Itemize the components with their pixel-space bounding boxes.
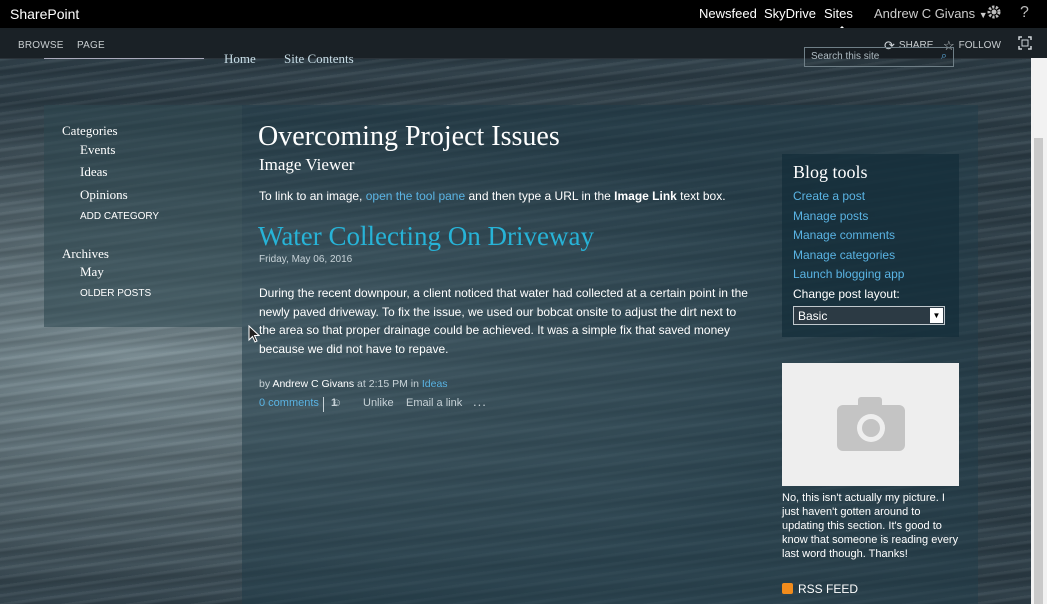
- page-scrollbar[interactable]: [1031, 58, 1047, 604]
- divider: [323, 397, 324, 412]
- post-body: During the recent downpour, a client not…: [259, 286, 748, 356]
- post-title[interactable]: Water Collecting On Driveway: [258, 221, 594, 252]
- create-post-link[interactable]: Create a post: [793, 189, 865, 203]
- instruction-prefix: To link to an image,: [259, 189, 366, 203]
- chevron-down-icon[interactable]: ▼: [930, 308, 943, 323]
- subnav-home[interactable]: Home: [224, 51, 256, 67]
- categories-heading[interactable]: Categories: [62, 123, 118, 139]
- email-link[interactable]: Email a link: [406, 397, 462, 409]
- user-name: Andrew C Givans: [874, 6, 976, 21]
- instruction-bold: Image Link: [614, 189, 677, 203]
- launch-blogging-app-link[interactable]: Launch blogging app: [793, 267, 904, 281]
- manage-posts-link[interactable]: Manage posts: [793, 209, 868, 223]
- archive-may[interactable]: May: [80, 264, 104, 280]
- rss-icon: [782, 583, 793, 594]
- post-layout-label: Change post layout:: [793, 287, 900, 301]
- search-placeholder: Search this site: [811, 51, 880, 62]
- image-viewer-instruction: To link to an image, open the tool pane …: [259, 189, 726, 203]
- post-date: Friday, May 06, 2016: [259, 254, 353, 265]
- nav-underline: [44, 58, 204, 59]
- instruction-suffix: text box.: [676, 189, 726, 203]
- archives-heading[interactable]: Archives: [62, 246, 109, 262]
- older-posts-link[interactable]: OLDER POSTS: [80, 288, 151, 299]
- search-input[interactable]: Search this site ⌕: [804, 47, 954, 67]
- tab-page[interactable]: PAGE: [77, 40, 105, 51]
- category-ideas[interactable]: Ideas: [80, 164, 107, 180]
- profile-image: [782, 363, 959, 486]
- help-icon[interactable]: ?: [1020, 4, 1029, 22]
- follow-label: FOLLOW: [958, 40, 1001, 51]
- rss-label: RSS FEED: [798, 582, 859, 596]
- post-author[interactable]: Andrew C Givans: [272, 378, 354, 390]
- nav-newsfeed[interactable]: Newsfeed: [699, 6, 757, 21]
- category-opinions[interactable]: Opinions: [80, 187, 128, 203]
- nav-skydrive[interactable]: SkyDrive: [764, 6, 816, 21]
- photo-caption: No, this isn't actually my picture. I ju…: [782, 492, 959, 560]
- instruction-middle: and then type a URL in the: [465, 189, 615, 203]
- like-count: ☺ 1: [331, 397, 342, 409]
- more-options-icon[interactable]: ...: [473, 394, 487, 409]
- manage-comments-link[interactable]: Manage comments: [793, 228, 895, 242]
- focus-icon[interactable]: [1018, 36, 1032, 53]
- blog-tools-title: Blog tools: [793, 162, 868, 182]
- search-icon[interactable]: ⌕: [941, 50, 947, 63]
- like-icon: ☺: [331, 397, 343, 409]
- tab-browse[interactable]: BROWSE: [18, 40, 64, 51]
- suite-bar: SharePoint Newsfeed SkyDrive Sites Andre…: [0, 0, 1047, 30]
- unlike-button[interactable]: Unlike: [363, 397, 394, 409]
- post-layout-select[interactable]: Basic ▼: [793, 306, 945, 325]
- subnav-site-contents[interactable]: Site Contents: [284, 51, 354, 67]
- rss-feed-link[interactable]: RSS FEED: [782, 582, 858, 596]
- page-title: Overcoming Project Issues: [258, 121, 560, 152]
- web-part-title: Image Viewer: [259, 155, 355, 174]
- category-events[interactable]: Events: [80, 142, 115, 158]
- post-byline: by Andrew C Givans at 2:15 PM in Ideas: [259, 378, 448, 390]
- scrollbar-thumb[interactable]: [1034, 138, 1043, 604]
- open-tool-pane-link[interactable]: open the tool pane: [366, 189, 465, 203]
- byline-by: by: [259, 378, 273, 390]
- sharepoint-brand[interactable]: SharePoint: [10, 6, 79, 22]
- nav-sites[interactable]: Sites: [824, 6, 853, 30]
- mouse-cursor-icon: [248, 325, 260, 343]
- add-category-link[interactable]: ADD CATEGORY: [80, 211, 159, 222]
- manage-categories-link[interactable]: Manage categories: [793, 248, 895, 262]
- comments-link[interactable]: 0 comments: [259, 397, 319, 409]
- byline-at: at 2:15 PM in: [354, 378, 422, 390]
- camera-icon: [837, 397, 905, 451]
- post-layout-value: Basic: [798, 309, 828, 323]
- post-category-link[interactable]: Ideas: [422, 378, 448, 390]
- user-menu[interactable]: Andrew C Givans ▼: [874, 6, 988, 21]
- gear-icon[interactable]: [986, 4, 1002, 23]
